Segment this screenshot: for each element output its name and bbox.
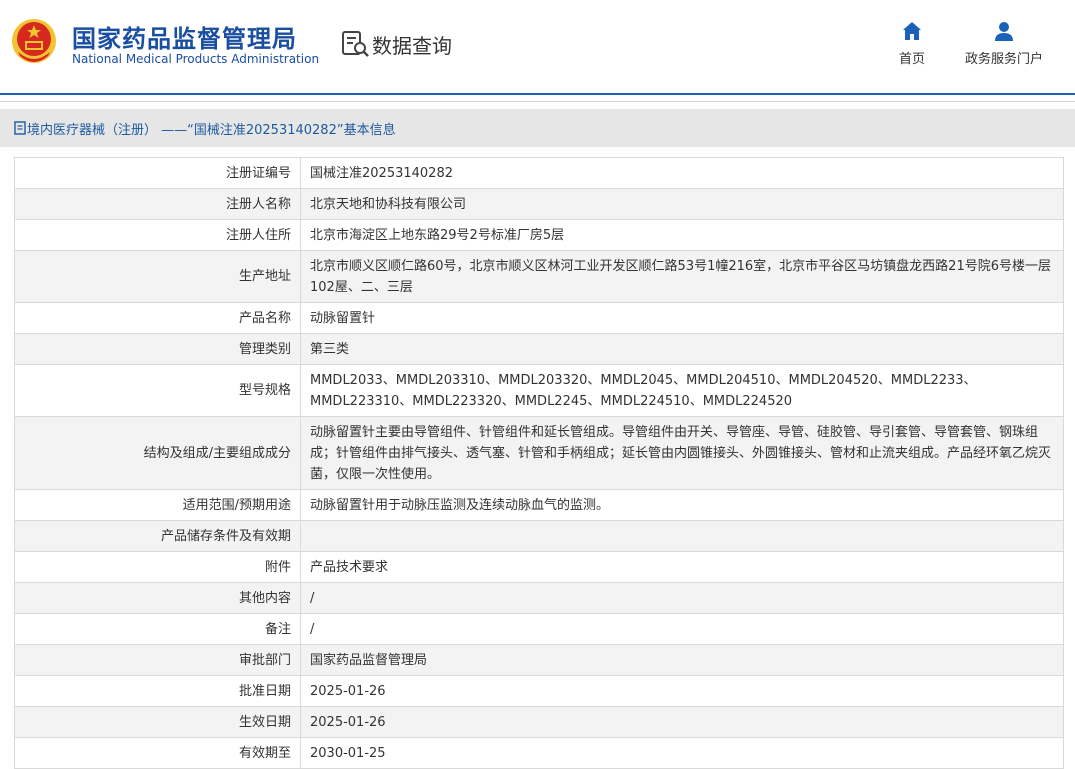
header-subdivider [0,101,1075,102]
table-row: 审批部门 国家药品监督管理局 [14,644,1064,676]
data-query-label: 数据查询 [372,33,452,58]
row-label: 适用范围/预期用途 [14,489,301,521]
agency-title-en: National Medical Products Administration [72,52,320,66]
table-row: 批准日期 2025-01-26 [14,675,1064,707]
row-label: 附件 [14,551,301,583]
row-value: 第三类 [300,333,1064,365]
row-label: 注册人名称 [14,188,301,220]
row-value: 2025-01-26 [300,675,1064,707]
row-label: 生产地址 [14,250,301,303]
home-icon [903,22,921,40]
table-row: 结构及组成/主要组成成分 动脉留置针主要由导管组件、针管组件和延长管组成。导管组… [14,416,1064,490]
row-value: 北京市海淀区上地东路29号2号标准厂房5层 [300,219,1064,251]
table-row: 产品储存条件及有效期 [14,520,1064,552]
header-divider [0,93,1075,95]
table-row: 适用范围/预期用途 动脉留置针用于动脉压监测及连续动脉血气的监测。 [14,489,1064,521]
nav-home-label: 首页 [898,52,925,67]
row-label: 产品名称 [14,302,301,334]
site-header: 国家药品监督管理局 National Medical Products Admi… [0,0,1075,93]
row-label: 管理类别 [14,333,301,365]
row-label: 备注 [14,613,301,645]
row-label: 生效日期 [14,706,301,738]
data-query-title[interactable]: 数据查询 [340,28,452,60]
row-label: 注册证编号 [14,157,301,189]
document-icon [14,121,26,135]
user-icon [995,22,1013,41]
table-row: 型号规格 MMDL2033、MMDL203310、MMDL203320、MMDL… [14,364,1064,417]
row-value: 国械注准20253140282 [300,157,1064,189]
table-row: 管理类别 第三类 [14,333,1064,365]
table-row: 注册人名称 北京天地和协科技有限公司 [14,188,1064,220]
row-label: 有效期至 [14,737,301,769]
row-value: 动脉留置针 [300,302,1064,334]
row-value: 国家药品监督管理局 [300,644,1064,676]
row-value: 2030-01-25 [300,737,1064,769]
table-row: 生效日期 2025-01-26 [14,706,1064,738]
table-row: 注册人住所 北京市海淀区上地东路29号2号标准厂房5层 [14,219,1064,251]
row-label: 审批部门 [14,644,301,676]
table-row: 有效期至 2030-01-25 [14,737,1064,769]
nav-service-portal[interactable]: 政务服务门户 [960,20,1048,67]
table-row: 产品名称 动脉留置针 [14,302,1064,334]
table-row: 备注 / [14,613,1064,645]
row-label: 结构及组成/主要组成成分 [14,416,301,490]
row-label: 产品储存条件及有效期 [14,520,301,552]
row-value: 产品技术要求 [300,551,1064,583]
row-value: 2025-01-26 [300,706,1064,738]
row-label: 注册人住所 [14,219,301,251]
row-value: 北京天地和协科技有限公司 [300,188,1064,220]
row-value: MMDL2033、MMDL203310、MMDL203320、MMDL2045、… [300,364,1064,417]
row-label: 其他内容 [14,582,301,614]
device-info-table: 注册证编号 国械注准20253140282 注册人名称 北京天地和协科技有限公司… [14,157,1064,769]
row-label: 型号规格 [14,364,301,417]
table-row: 生产地址 北京市顺义区顺仁路60号，北京市顺义区林河工业开发区顺仁路53号1幢2… [14,250,1064,303]
breadcrumb: 境内医疗器械（注册） ——“国械注准20253140282”基本信息 [0,109,1075,147]
agency-title: 国家药品监督管理局 [72,25,297,53]
row-value: / [300,613,1064,645]
row-value: 动脉留置针主要由导管组件、针管组件和延长管组成。导管组件由开关、导管座、导管、硅… [300,416,1064,490]
row-value [300,520,1064,552]
table-row: 其他内容 / [14,582,1064,614]
row-label: 批准日期 [14,675,301,707]
document-search-icon [342,31,369,57]
row-value: 动脉留置针用于动脉压监测及连续动脉血气的监测。 [300,489,1064,521]
breadcrumb-text: 境内医疗器械（注册） ——“国械注准20253140282”基本信息 [27,122,396,138]
table-row: 附件 产品技术要求 [14,551,1064,583]
national-emblem-icon [12,19,56,63]
row-value: 北京市顺义区顺仁路60号，北京市顺义区林河工业开发区顺仁路53号1幢216室，北… [300,250,1064,303]
nav-home[interactable]: 首页 [895,20,929,67]
nav-service-label: 政务服务门户 [964,52,1043,67]
table-row: 注册证编号 国械注准20253140282 [14,157,1064,189]
row-value: / [300,582,1064,614]
